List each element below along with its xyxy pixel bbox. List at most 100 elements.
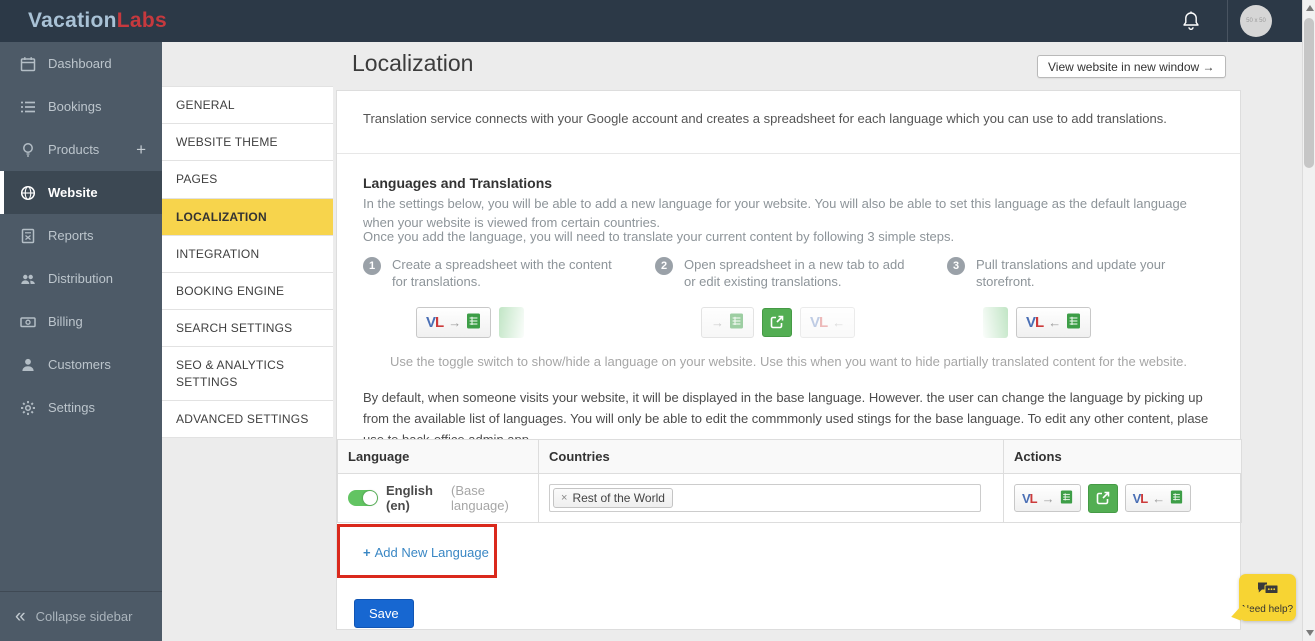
plus-icon: +	[363, 545, 371, 560]
tab-integration[interactable]: INTEGRATION	[162, 236, 333, 273]
sidebar-item-dashboard[interactable]: Dashboard	[0, 42, 162, 85]
sidebar-item-label: Products	[48, 142, 99, 157]
banknote-icon	[19, 314, 36, 330]
sidebar-item-website[interactable]: Website	[0, 171, 162, 214]
spreadsheet-icon	[1066, 313, 1081, 332]
sidebar-item-billing[interactable]: Billing	[0, 300, 162, 343]
arrow-left-icon: ←	[832, 315, 845, 330]
external-link-icon	[770, 315, 784, 329]
sidebar-item-label: Distribution	[48, 271, 113, 286]
content-card: Translation service connects with your G…	[336, 90, 1241, 630]
step-text: Create a spreadsheet with the content fo…	[392, 257, 624, 291]
spreadsheet-icon	[466, 313, 481, 332]
faded-open-spreadsheet-illustration	[983, 307, 1008, 338]
tab-general[interactable]: GENERAL	[162, 87, 333, 124]
faded-open-spreadsheet-illustration	[499, 307, 524, 338]
language-visibility-toggle[interactable]	[348, 490, 378, 506]
push-to-spreadsheet-illustration: VL →	[416, 307, 491, 338]
vl-logo-icon: VL	[1026, 314, 1043, 331]
tab-localization[interactable]: LOCALIZATION	[162, 199, 333, 236]
arrow-right-icon: →	[448, 315, 461, 330]
users-icon	[19, 271, 36, 287]
tab-seo-analytics-settings[interactable]: SEO & ANALYTICS SETTINGS	[162, 347, 333, 400]
arrow-right-icon: →	[711, 315, 724, 330]
sidebar-item-bookings[interactable]: Bookings	[0, 85, 162, 128]
notifications-bell-icon[interactable]	[1181, 10, 1201, 32]
vl-logo-icon: VL	[426, 314, 443, 331]
spreadsheet-icon	[729, 313, 744, 332]
scroll-up-arrow-icon[interactable]	[1306, 5, 1314, 11]
need-help-label: Need help?	[1242, 604, 1293, 615]
calendar-icon	[19, 56, 36, 72]
table-header-row: Language Countries Actions	[338, 440, 1242, 474]
sidebar-item-customers[interactable]: Customers	[0, 343, 162, 386]
add-product-plus-icon[interactable]: +	[136, 140, 146, 160]
create-spreadsheet-button[interactable]: VL →	[1014, 484, 1081, 512]
app-logo[interactable]: VacationLabs	[28, 9, 167, 33]
sidebar-item-reports[interactable]: Reports	[0, 214, 162, 257]
tab-pages[interactable]: PAGES	[162, 161, 333, 198]
table-row: English (en) (Base language) × Rest of t…	[338, 474, 1242, 523]
base-language-label: (Base language)	[451, 483, 528, 513]
step-text: Open spreadsheet in a new tab to add or …	[684, 257, 916, 291]
logo-part-vacation: Vacation	[28, 9, 117, 32]
sidebar-item-label: Billing	[48, 314, 83, 329]
intro-text: Translation service connects with your G…	[363, 111, 1214, 126]
tab-website-theme[interactable]: WEBSITE THEME	[162, 124, 333, 161]
report-file-icon	[19, 228, 36, 244]
sidebar: Dashboard Bookings Products + Website Re…	[0, 42, 162, 641]
topbar-divider	[1227, 0, 1228, 42]
column-header-countries: Countries	[539, 440, 1004, 474]
tab-search-settings[interactable]: SEARCH SETTINGS	[162, 310, 333, 347]
avatar-placeholder-text: 50 x 50	[1246, 18, 1266, 24]
external-link-icon	[1096, 491, 1110, 505]
column-header-language: Language	[338, 440, 539, 474]
scroll-down-arrow-icon[interactable]	[1306, 630, 1314, 636]
gear-icon	[19, 400, 36, 416]
settings-nav: GENERAL WEBSITE THEME PAGES LOCALIZATION…	[162, 86, 333, 438]
faded-pull-illustration: VL ←	[800, 307, 855, 338]
add-new-language-link[interactable]: +Add New Language	[363, 545, 489, 560]
country-tag-label: Rest of the World	[572, 491, 664, 505]
collapse-sidebar-label: Collapse sidebar	[36, 609, 133, 624]
spreadsheet-icon	[1060, 490, 1073, 507]
faded-push-illustration: →	[701, 307, 754, 338]
tab-advanced-settings[interactable]: ADVANCED SETTINGS	[162, 401, 333, 438]
view-website-button[interactable]: View website in new window →	[1037, 55, 1226, 78]
step-number-badge: 2	[655, 257, 673, 275]
section-title: Languages and Translations	[363, 175, 552, 191]
countries-input[interactable]: × Rest of the World	[549, 484, 981, 512]
spreadsheet-icon	[1170, 490, 1183, 507]
collapse-sidebar-button[interactable]: « Collapse sidebar	[0, 591, 162, 641]
step-1: 1 Create a spreadsheet with the content …	[363, 257, 655, 338]
divider	[337, 153, 1240, 154]
page-title: Localization	[352, 50, 473, 77]
open-spreadsheet-button[interactable]	[1088, 484, 1118, 513]
open-in-new-tab-illustration	[762, 308, 792, 337]
arrow-left-icon: ←	[1152, 491, 1165, 506]
sidebar-item-label: Settings	[48, 400, 95, 415]
vl-logo-icon: VL	[1022, 491, 1037, 506]
user-avatar[interactable]: 50 x 50	[1240, 5, 1272, 37]
tab-booking-engine[interactable]: BOOKING ENGINE	[162, 273, 333, 310]
vertical-scrollbar[interactable]	[1302, 0, 1315, 641]
remove-tag-icon[interactable]: ×	[561, 492, 567, 504]
lightbulb-icon	[19, 142, 36, 158]
sidebar-item-products[interactable]: Products +	[0, 128, 162, 171]
save-button[interactable]: Save	[354, 599, 414, 628]
topbar: VacationLabs 50 x 50	[0, 0, 1315, 42]
languages-table: Language Countries Actions English (en) …	[337, 439, 1242, 523]
sidebar-item-distribution[interactable]: Distribution	[0, 257, 162, 300]
column-header-actions: Actions	[1004, 440, 1242, 474]
need-help-widget[interactable]: Need help?	[1239, 574, 1296, 621]
step-text: Pull translations and update your storef…	[976, 257, 1208, 291]
step-number-badge: 1	[363, 257, 381, 275]
section-description-2: Once you add the language, you will need…	[363, 229, 954, 244]
pull-translations-button[interactable]: VL ←	[1125, 484, 1192, 512]
arrow-left-icon: ←	[1048, 315, 1061, 330]
step-2: 2 Open spreadsheet in a new tab to add o…	[655, 257, 947, 338]
sidebar-item-settings[interactable]: Settings	[0, 386, 162, 429]
globe-icon	[19, 185, 36, 201]
arrow-right-icon: →	[1042, 491, 1055, 506]
scrollbar-thumb[interactable]	[1304, 18, 1314, 168]
